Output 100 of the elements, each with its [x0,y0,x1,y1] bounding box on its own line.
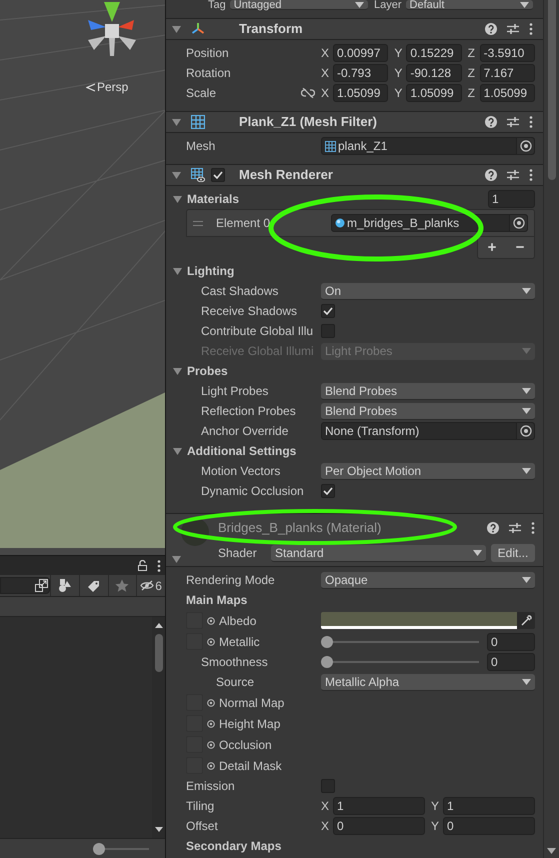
search-field[interactable] [0,577,50,594]
value-field[interactable]: 0 [333,817,425,835]
collapse-triangle-icon[interactable] [173,194,182,204]
eyedropper-icon[interactable] [520,615,532,626]
edit-button[interactable]: Edit... [491,544,535,562]
scrollbar[interactable] [543,0,559,858]
drag-handle-icon[interactable] [193,220,203,226]
section-heading: Materials [187,191,240,208]
sliders-icon[interactable] [509,522,521,534]
slider-thumb[interactable] [321,656,333,668]
component-header[interactable]: Mesh Renderer [166,164,543,186]
more-options-icon[interactable] [529,169,533,181]
collapse-triangle-icon[interactable] [172,170,181,180]
target-icon[interactable] [207,638,215,646]
list-button[interactable]: − [506,237,534,258]
target-icon[interactable] [207,698,215,706]
value-field[interactable]: 1 [488,190,535,208]
collapse-triangle-icon[interactable] [173,266,182,276]
scrollbar-thumb[interactable] [548,0,556,180]
checkbox[interactable] [321,324,335,338]
collapse-triangle-icon[interactable] [173,446,182,456]
dropdown[interactable]: Opaque [321,572,535,588]
tag-icon[interactable] [86,579,101,592]
value-field[interactable]: 0.00997 [333,44,388,62]
component-header[interactable]: Transform [166,18,543,40]
more-options-icon[interactable] [529,116,533,128]
component-header[interactable]: Plank_Z1 (Mesh Filter) [166,111,543,133]
section-heading: Additional Settings [187,443,298,460]
broken-link-icon[interactable] [301,88,315,98]
dropdown[interactable]: Metallic Alpha [321,674,535,690]
perspective-icon[interactable] [86,82,95,92]
help-icon[interactable] [485,23,497,35]
field-label: Dynamic Occlusion [201,483,305,500]
checkbox[interactable] [321,484,335,498]
checkbox[interactable] [321,304,335,318]
more-options-icon[interactable] [531,522,535,534]
value-field[interactable]: 0 [443,817,535,835]
value-field[interactable]: 7.167 [480,64,535,82]
field-label: Anchor Override [201,423,290,440]
scene-view[interactable]: Persp [0,0,165,555]
slider-track[interactable] [321,636,479,648]
color-field[interactable] [321,612,535,629]
dropdown[interactable]: Standard [271,544,486,562]
collapse-triangle-icon[interactable] [173,366,182,376]
dropdown[interactable]: Blend Probes [321,382,535,400]
value-field[interactable]: -90.128 [406,64,462,82]
object-picker-icon[interactable] [512,217,524,229]
help-icon[interactable] [487,522,499,534]
target-icon[interactable] [207,720,215,728]
sliders-icon[interactable] [507,169,519,181]
dropdown[interactable]: Per Object Motion [321,462,535,480]
more-options-icon[interactable] [157,560,161,572]
target-icon[interactable] [207,740,215,748]
object-field[interactable]: m_bridges_B_planks [331,214,528,232]
scroll-up-arrow-icon[interactable] [154,623,162,628]
slider-track[interactable] [321,656,479,668]
value-field[interactable]: 0.15229 [406,44,462,62]
star-icon[interactable] [115,579,130,592]
object-field[interactable]: plank_Z1 [321,137,535,155]
target-icon[interactable] [207,616,215,624]
help-icon[interactable] [485,169,497,181]
more-options-icon[interactable] [529,23,533,35]
dropdown[interactable]: Blend Probes [321,402,535,420]
target-icon[interactable] [207,762,215,770]
checkbox[interactable] [211,168,225,182]
slider-thumb[interactable] [321,636,333,648]
list-button[interactable]: + [478,237,506,258]
value-field[interactable]: 1.05099 [406,84,462,102]
scroll-down-arrow-icon[interactable] [547,848,556,854]
scrollbar-thumb[interactable] [154,634,162,672]
value-field[interactable]: 1.05099 [480,84,535,102]
field-label: Cast Shadows [201,283,280,300]
axis-label: X [321,85,330,102]
object-picker-icon[interactable] [520,140,532,152]
value-field[interactable]: -3.5910 [480,44,535,62]
sliders-icon[interactable] [507,116,519,128]
checkbox[interactable] [321,779,335,793]
hidden-eye-icon[interactable] [140,580,154,591]
collapse-triangle-icon[interactable] [172,24,181,34]
zoom-slider[interactable] [93,842,149,854]
expand-window-icon[interactable] [35,579,48,592]
camera-label[interactable]: Persp [97,78,128,96]
collapse-triangle-icon[interactable] [172,118,181,126]
slider-thumb[interactable] [93,842,105,854]
collapse-triangle-icon[interactable] [172,555,181,564]
value-field[interactable]: 1 [333,797,425,815]
object-picker-icon[interactable] [520,425,532,437]
value-field[interactable]: 0 [487,653,535,671]
object-name: m_bridges_B_planks [347,215,460,232]
scroll-down-arrow-icon[interactable] [154,827,162,832]
shapes-icon[interactable] [58,579,72,592]
dropdown[interactable]: On [321,282,535,300]
lock-icon[interactable] [138,560,147,571]
help-icon[interactable] [485,116,497,128]
value-field[interactable]: -0.793 [333,64,388,82]
value-field[interactable]: 1 [443,797,535,815]
value-field[interactable]: 1.05099 [333,84,388,102]
object-field[interactable]: None (Transform) [321,422,535,440]
sliders-icon[interactable] [507,23,519,35]
value-field[interactable]: 0 [487,632,535,650]
